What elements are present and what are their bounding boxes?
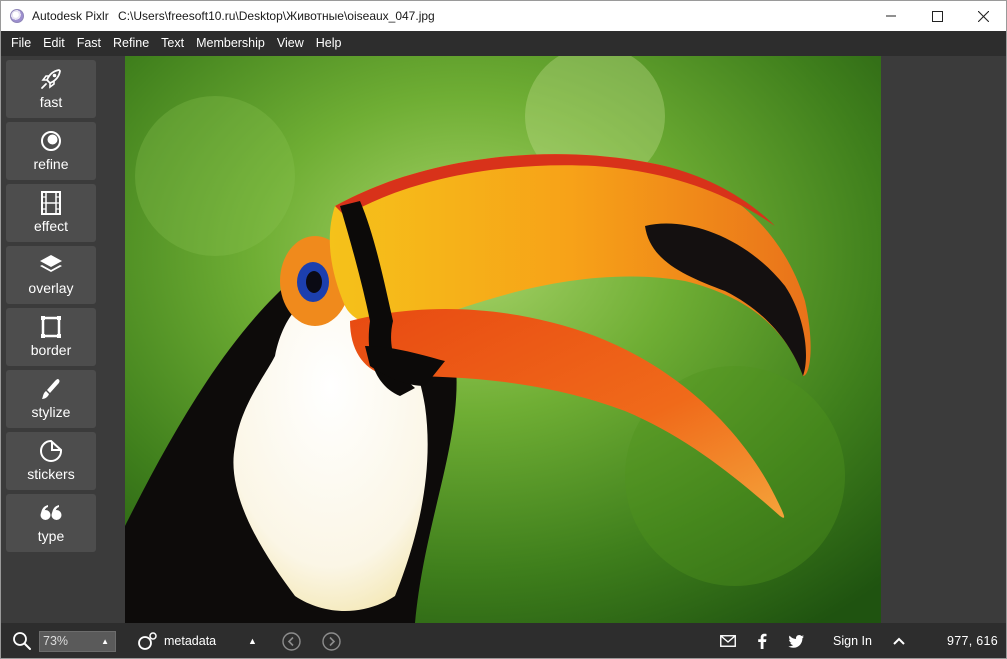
cursor-coordinates: 977, 616	[947, 634, 999, 648]
rocket-icon	[38, 66, 64, 92]
facebook-icon[interactable]	[757, 623, 767, 659]
minimize-button[interactable]	[868, 1, 914, 31]
next-button[interactable]	[322, 623, 341, 659]
menu-view[interactable]: View	[271, 31, 310, 56]
toucan-image	[125, 56, 881, 623]
tool-overlay[interactable]: overlay	[6, 246, 96, 304]
previous-button[interactable]	[282, 623, 301, 659]
zoom-icon[interactable]	[12, 623, 32, 659]
tool-sidebar: fast refine effect overlay border styliz…	[6, 60, 96, 556]
tool-refine[interactable]: refine	[6, 122, 96, 180]
title-bar: Autodesk Pixlr C:\Users\freesoft10.ru\De…	[0, 0, 1007, 31]
zoom-value: 73%	[43, 634, 69, 648]
frame-icon	[38, 314, 64, 340]
sticker-icon	[38, 438, 64, 464]
quote-icon	[38, 500, 64, 526]
menu-text[interactable]: Text	[155, 31, 190, 56]
menu-help[interactable]: Help	[310, 31, 348, 56]
chevron-right-icon	[322, 631, 341, 651]
metadata-label[interactable]: metadata	[164, 623, 216, 659]
minimize-icon	[886, 15, 896, 17]
chevron-left-icon	[282, 631, 301, 651]
image-canvas[interactable]	[125, 56, 881, 623]
tool-fast[interactable]: fast	[6, 60, 96, 118]
caret-up-icon: ▲	[101, 637, 109, 646]
brush-icon	[38, 376, 64, 402]
metadata-icon[interactable]	[137, 623, 157, 659]
maximize-icon	[931, 10, 943, 22]
tool-label: type	[37, 528, 65, 544]
panel-toggle-button[interactable]	[893, 623, 905, 659]
close-button[interactable]	[960, 1, 1006, 31]
app-name: Autodesk Pixlr	[32, 9, 109, 23]
workspace: fast refine effect overlay border styliz…	[0, 56, 1007, 623]
email-icon[interactable]	[720, 623, 736, 659]
menu-bar: File Edit Fast Refine Text Membership Vi…	[0, 31, 1007, 56]
tool-label: effect	[34, 218, 68, 234]
tool-label: border	[30, 342, 72, 358]
tool-stickers[interactable]: stickers	[6, 432, 96, 490]
zoom-level-select[interactable]: 73% ▲	[39, 631, 116, 652]
tool-type[interactable]: type	[6, 494, 96, 552]
sign-in-link[interactable]: Sign In	[833, 623, 872, 659]
menu-refine[interactable]: Refine	[107, 31, 155, 56]
tool-label: stylize	[31, 404, 71, 420]
tool-border[interactable]: border	[6, 308, 96, 366]
circles-icon	[38, 128, 64, 154]
menu-membership[interactable]: Membership	[190, 31, 271, 56]
menu-file[interactable]: File	[5, 31, 37, 56]
tool-label: refine	[33, 156, 69, 172]
tool-effect[interactable]: effect	[6, 184, 96, 242]
file-path: C:\Users\freesoft10.ru\Desktop\Животные\…	[118, 9, 435, 23]
metadata-toggle-icon[interactable]: ▲	[248, 623, 257, 659]
tool-label: stickers	[27, 466, 75, 482]
menu-edit[interactable]: Edit	[37, 31, 71, 56]
close-icon	[977, 10, 989, 22]
status-bar: 73% ▲ metadata ▲ Sign In 977, 616	[0, 623, 1007, 659]
menu-fast[interactable]: Fast	[71, 31, 107, 56]
tool-label: fast	[39, 94, 63, 110]
pixlr-logo-icon	[10, 9, 24, 23]
tool-stylize[interactable]: stylize	[6, 370, 96, 428]
chevron-up-icon	[893, 637, 905, 645]
tool-label: overlay	[28, 280, 74, 296]
twitter-icon[interactable]	[788, 623, 804, 659]
maximize-button[interactable]	[914, 1, 960, 31]
window-title: Autodesk Pixlr C:\Users\freesoft10.ru\De…	[32, 9, 441, 23]
film-strip-icon	[38, 190, 64, 216]
window-controls	[868, 1, 1006, 31]
layers-icon	[38, 252, 64, 278]
